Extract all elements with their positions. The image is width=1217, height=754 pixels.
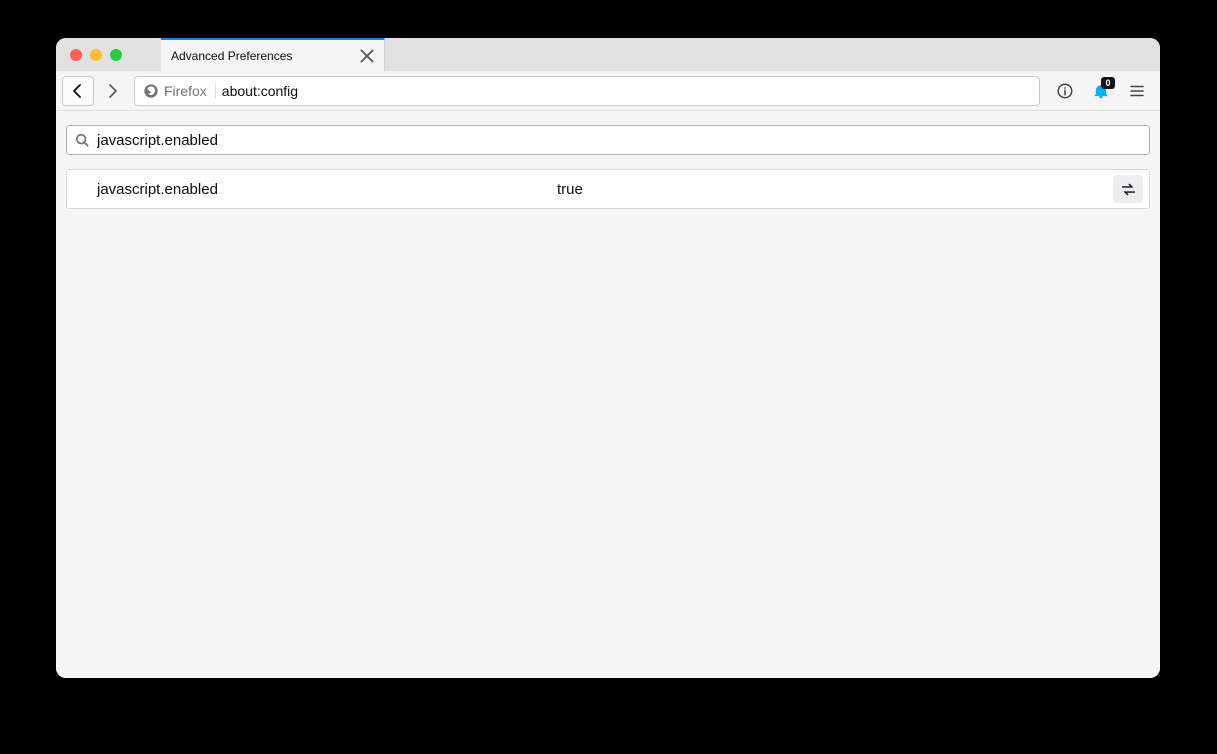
firefox-icon [143, 83, 159, 99]
pref-toggle-button[interactable] [1113, 175, 1143, 203]
notification-badge: 0 [1101, 77, 1115, 89]
app-menu-button[interactable] [1120, 76, 1154, 106]
search-icon [75, 133, 89, 147]
arrow-right-icon [104, 83, 120, 99]
navigation-toolbar: Firefox 0 [56, 71, 1160, 111]
pref-name: javascript.enabled [97, 181, 557, 198]
pref-row: javascript.enabled true [66, 169, 1150, 209]
pref-value: true [557, 181, 1113, 198]
tab-close-button[interactable] [358, 47, 376, 65]
about-config-content: javascript.enabled true [56, 111, 1160, 678]
window-zoom-button[interactable] [110, 49, 122, 61]
window-controls [56, 38, 161, 71]
info-icon [1056, 82, 1074, 100]
notifications-button[interactable]: 0 [1084, 76, 1118, 106]
back-button[interactable] [62, 76, 94, 106]
tab-advanced-preferences[interactable]: Advanced Preferences [161, 38, 385, 71]
close-icon [358, 47, 376, 65]
window-minimize-button[interactable] [90, 49, 102, 61]
pref-search-input[interactable] [97, 132, 1141, 149]
browser-window: Advanced Preferences Firefox 0 [56, 38, 1160, 678]
arrow-left-icon [70, 83, 86, 99]
identity-box[interactable]: Firefox [143, 83, 216, 99]
tab-title: Advanced Preferences [171, 49, 358, 63]
hamburger-icon [1128, 82, 1146, 100]
pref-search-box[interactable] [66, 125, 1150, 155]
forward-button [96, 76, 128, 106]
page-info-button[interactable] [1048, 76, 1082, 106]
identity-label: Firefox [164, 83, 207, 99]
url-input[interactable] [222, 83, 1035, 99]
url-bar[interactable]: Firefox [134, 76, 1040, 106]
toggle-icon [1120, 181, 1137, 198]
tab-strip: Advanced Preferences [56, 38, 1160, 71]
window-close-button[interactable] [70, 49, 82, 61]
